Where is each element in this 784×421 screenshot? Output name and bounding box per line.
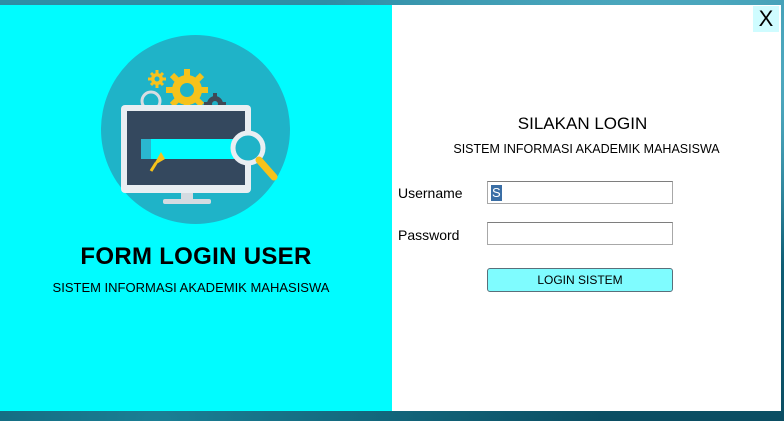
username-input[interactable] <box>487 181 673 204</box>
login-heading: SILAKAN LOGIN <box>392 114 781 134</box>
login-button[interactable]: LOGIN SISTEM <box>487 268 673 292</box>
login-subheading: SISTEM INFORMASI AKADEMIK MAHASISWA <box>453 142 720 156</box>
form-title: FORM LOGIN USER <box>80 243 312 270</box>
form-subtitle: SISTEM INFORMASI AKADEMIK MAHASISWA <box>52 280 330 295</box>
login-heading-text: SILAKAN LOGIN <box>517 114 648 133</box>
right-panel: X <box>392 5 781 411</box>
close-button[interactable]: X <box>753 6 779 32</box>
left-panel: FORM LOGIN USER SISTEM INFORMASI AKADEMI… <box>0 5 392 411</box>
username-label: Username <box>398 185 463 201</box>
password-label: Password <box>398 227 460 243</box>
login-window: FORM LOGIN USER SISTEM INFORMASI AKADEMI… <box>0 5 781 411</box>
monitor-gears-magnifier-icon <box>101 35 290 224</box>
gear-large-icon <box>166 69 208 111</box>
password-input[interactable] <box>487 222 673 245</box>
